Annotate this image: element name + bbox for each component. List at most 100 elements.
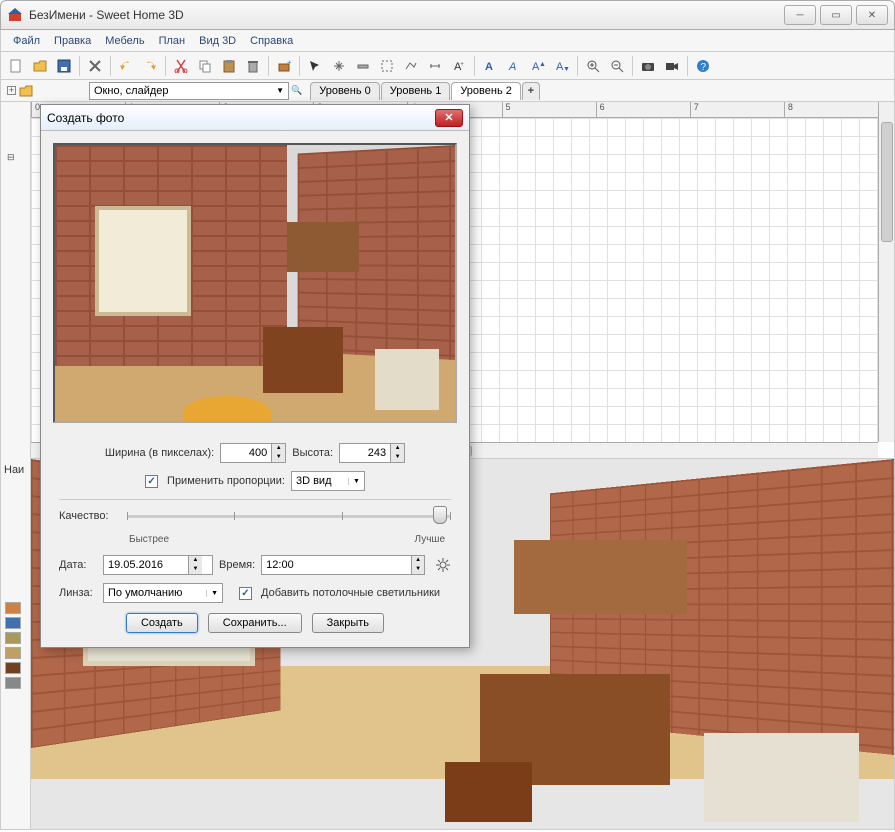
proportions-checkbox[interactable]: ✓	[145, 475, 158, 488]
quality-label: Качество:	[59, 510, 109, 522]
create-dimension-icon[interactable]	[424, 55, 446, 77]
ceiling-label[interactable]: Добавить потолочные светильники	[261, 587, 440, 599]
text-larger-icon[interactable]: A▲	[527, 55, 549, 77]
zoom-out-icon[interactable]	[606, 55, 628, 77]
new-file-icon[interactable]	[5, 55, 27, 77]
level-tab-1[interactable]: Уровень 1	[381, 82, 451, 100]
chevron-down-icon: ▼	[276, 86, 284, 95]
spinner-up-icon[interactable]: ▲	[391, 444, 404, 453]
search-icon[interactable]: 🔍	[291, 85, 302, 96]
sun-icon[interactable]	[435, 557, 451, 573]
proportions-combo[interactable]: 3D вид▼	[291, 471, 365, 491]
quality-fast-label: Быстрее	[129, 534, 169, 545]
text-smaller-icon[interactable]: A▼	[551, 55, 573, 77]
maximize-button[interactable]: ▭	[820, 5, 852, 25]
date-spinner[interactable]: ▲▼	[103, 555, 213, 575]
chevron-down-icon: ▼	[348, 478, 360, 485]
furniture-thumb[interactable]	[5, 617, 21, 629]
spinner-up-icon[interactable]: ▲	[189, 556, 202, 565]
spinner-down-icon[interactable]: ▼	[272, 453, 285, 462]
create-room-icon[interactable]	[376, 55, 398, 77]
combo-value: Окно, слайдер	[94, 85, 169, 97]
copy-icon[interactable]	[194, 55, 216, 77]
camera-icon[interactable]	[637, 55, 659, 77]
menu-3dview[interactable]: Вид 3D	[193, 33, 242, 49]
spinner-down-icon[interactable]: ▼	[391, 453, 404, 462]
width-input[interactable]	[221, 444, 271, 462]
preferences-icon[interactable]	[84, 55, 106, 77]
toolbar: + A+ A A A▲ A▼ ?	[0, 52, 895, 80]
furniture-thumb[interactable]	[5, 647, 21, 659]
time-label: Время:	[219, 559, 255, 571]
height-input[interactable]	[340, 444, 390, 462]
delete-icon[interactable]	[242, 55, 264, 77]
height-label: Высота:	[292, 447, 333, 459]
lens-combo[interactable]: По умолчанию▼	[103, 583, 223, 603]
slider-thumb[interactable]	[433, 506, 447, 524]
add-level-button[interactable]: +	[522, 82, 540, 100]
svg-text:+: +	[287, 59, 291, 67]
spinner-up-icon[interactable]: ▲	[272, 444, 285, 453]
text-italic-icon[interactable]: A	[503, 55, 525, 77]
redo-icon[interactable]	[139, 55, 161, 77]
close-button[interactable]: ✕	[856, 5, 888, 25]
app-icon	[7, 7, 23, 23]
text-bold-icon[interactable]: A	[479, 55, 501, 77]
3d-shelf	[514, 540, 687, 614]
quality-best-label: Лучше	[415, 534, 445, 545]
dialog-titlebar[interactable]: Создать фото ✕	[41, 105, 469, 131]
width-spinner[interactable]: ▲▼	[220, 443, 286, 463]
cut-icon[interactable]	[170, 55, 192, 77]
proportions-label[interactable]: Применить пропорции:	[167, 475, 285, 487]
menu-help[interactable]: Справка	[244, 33, 299, 49]
create-polyline-icon[interactable]	[400, 55, 422, 77]
select-icon[interactable]	[304, 55, 326, 77]
help-icon[interactable]: ?	[692, 55, 714, 77]
furniture-category-combo[interactable]: Окно, слайдер ▼	[89, 82, 289, 100]
save-icon[interactable]	[53, 55, 75, 77]
level-tab-2[interactable]: Уровень 2	[451, 82, 521, 100]
close-dialog-button[interactable]: Закрыть	[312, 613, 384, 633]
date-label: Дата:	[59, 559, 97, 571]
dialog-close-button[interactable]: ✕	[435, 109, 463, 127]
date-input[interactable]	[104, 556, 188, 574]
plan-scrollbar-v[interactable]	[878, 102, 894, 442]
save-button[interactable]: Сохранить...	[208, 613, 302, 633]
spinner-down-icon[interactable]: ▼	[189, 565, 202, 574]
tree-collapse-icon[interactable]: ⊟	[7, 152, 15, 163]
3d-chair	[445, 762, 531, 821]
add-furniture-icon[interactable]: +	[273, 55, 295, 77]
undo-icon[interactable]	[115, 55, 137, 77]
furniture-thumb[interactable]	[5, 632, 21, 644]
photo-preview	[53, 143, 457, 423]
video-icon[interactable]	[661, 55, 683, 77]
zoom-in-icon[interactable]	[582, 55, 604, 77]
furniture-thumb[interactable]	[5, 662, 21, 674]
quality-slider[interactable]	[127, 506, 451, 526]
svg-text:A: A	[508, 61, 516, 73]
ceiling-lights-checkbox[interactable]: ✓	[239, 587, 252, 600]
create-text-icon[interactable]: A+	[448, 55, 470, 77]
menu-file[interactable]: Файл	[7, 33, 46, 49]
height-spinner[interactable]: ▲▼	[339, 443, 405, 463]
level-tab-0[interactable]: Уровень 0	[310, 82, 380, 100]
time-spinner[interactable]: ▲▼	[261, 555, 425, 575]
furniture-thumb[interactable]	[5, 677, 21, 689]
furniture-list-header: Наи	[4, 464, 24, 476]
menu-plan[interactable]: План	[153, 33, 192, 49]
time-input[interactable]	[262, 556, 411, 574]
spinner-up-icon[interactable]: ▲	[412, 556, 424, 565]
create-walls-icon[interactable]	[352, 55, 374, 77]
minimize-button[interactable]: ─	[784, 5, 816, 25]
furniture-catalog-pane: ⊟ Наи	[1, 102, 31, 829]
open-icon[interactable]	[29, 55, 51, 77]
pan-icon[interactable]	[328, 55, 350, 77]
spinner-down-icon[interactable]: ▼	[412, 565, 424, 574]
furniture-thumb[interactable]	[5, 602, 21, 614]
menu-edit[interactable]: Правка	[48, 33, 97, 49]
tree-expand-icon[interactable]: +	[7, 86, 16, 95]
menu-furniture[interactable]: Мебель	[99, 33, 150, 49]
create-button[interactable]: Создать	[126, 613, 198, 633]
furniture-icons-strip	[5, 602, 21, 689]
paste-icon[interactable]	[218, 55, 240, 77]
